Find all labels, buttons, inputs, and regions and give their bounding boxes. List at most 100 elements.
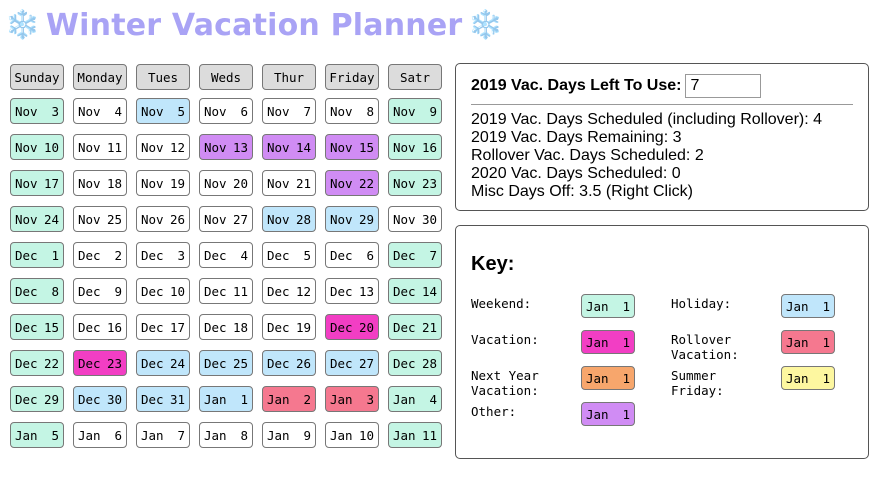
day-cell-nov-15[interactable]: Nov 15	[325, 134, 379, 160]
day-cell-dec-17[interactable]: Dec 17	[136, 314, 190, 340]
day-month: Jan	[141, 427, 164, 443]
day-cell-nov-22[interactable]: Nov 22	[325, 170, 379, 196]
day-cell-dec-16[interactable]: Dec 16	[73, 314, 127, 340]
day-cell-nov-6[interactable]: Nov 6	[199, 98, 253, 124]
day-number: 13	[358, 283, 374, 299]
day-cell-jan-11[interactable]: Jan 11	[388, 422, 442, 448]
day-cell-dec-9[interactable]: Dec 9	[73, 278, 127, 304]
day-cell-nov-28[interactable]: Nov 28	[262, 206, 316, 232]
day-cell-dec-22[interactable]: Dec 22	[10, 350, 64, 376]
day-cell-jan-2[interactable]: Jan 2	[262, 386, 316, 412]
day-cell-nov-13[interactable]: Nov 13	[199, 134, 253, 160]
day-cell-nov-4[interactable]: Nov 4	[73, 98, 127, 124]
day-cell-nov-21[interactable]: Nov 21	[262, 170, 316, 196]
swatch-month: Jan	[786, 298, 809, 314]
day-cell-dec-31[interactable]: Dec 31	[136, 386, 190, 412]
day-cell-nov-29[interactable]: Nov 29	[325, 206, 379, 232]
day-cell-nov-23[interactable]: Nov 23	[388, 170, 442, 196]
day-cell-nov-30[interactable]: Nov 30	[388, 206, 442, 232]
day-cell-dec-12[interactable]: Dec 12	[262, 278, 316, 304]
day-cell-nov-9[interactable]: Nov 9	[388, 98, 442, 124]
day-cell-dec-20[interactable]: Dec 20	[325, 314, 379, 340]
day-cell-dec-8[interactable]: Dec 8	[10, 278, 64, 304]
key-label-summer-friday: Summer Friday:	[671, 368, 724, 398]
weekday-header-row: Sunday Monday Tues Weds Thur Friday Satr	[10, 64, 451, 90]
day-cell-dec-25[interactable]: Dec 25	[199, 350, 253, 376]
day-cell-dec-15[interactable]: Dec 15	[10, 314, 64, 340]
weekday-header-friday: Friday	[325, 64, 379, 90]
day-cell-jan-8[interactable]: Jan 8	[199, 422, 253, 448]
day-cell-nov-16[interactable]: Nov 16	[388, 134, 442, 160]
day-month: Nov	[393, 103, 416, 119]
day-cell-dec-23[interactable]: Dec 23	[73, 350, 127, 376]
day-cell-dec-28[interactable]: Dec 28	[388, 350, 442, 376]
day-cell-nov-8[interactable]: Nov 8	[325, 98, 379, 124]
day-number: 8	[240, 427, 248, 443]
day-cell-nov-24[interactable]: Nov 24	[10, 206, 64, 232]
day-cell-dec-18[interactable]: Dec 18	[199, 314, 253, 340]
day-cell-dec-3[interactable]: Dec 3	[136, 242, 190, 268]
day-number: 25	[106, 211, 122, 227]
day-cell-dec-14[interactable]: Dec 14	[388, 278, 442, 304]
day-month: Dec	[393, 283, 416, 299]
day-cell-jan-7[interactable]: Jan 7	[136, 422, 190, 448]
day-month: Nov	[330, 103, 353, 119]
day-cell-nov-12[interactable]: Nov 12	[136, 134, 190, 160]
day-number: 9	[429, 103, 437, 119]
day-cell-nov-27[interactable]: Nov 27	[199, 206, 253, 232]
day-cell-nov-3[interactable]: Nov 3	[10, 98, 64, 124]
day-cell-nov-19[interactable]: Nov 19	[136, 170, 190, 196]
snowflake-icon: ❄️	[468, 9, 504, 40]
day-cell-jan-9[interactable]: Jan 9	[262, 422, 316, 448]
day-cell-dec-2[interactable]: Dec 2	[73, 242, 127, 268]
day-cell-dec-5[interactable]: Dec 5	[262, 242, 316, 268]
day-cell-nov-10[interactable]: Nov 10	[10, 134, 64, 160]
day-cell-dec-7[interactable]: Dec 7	[388, 242, 442, 268]
day-cell-dec-26[interactable]: Dec 26	[262, 350, 316, 376]
day-cell-dec-6[interactable]: Dec 6	[325, 242, 379, 268]
day-cell-dec-11[interactable]: Dec 11	[199, 278, 253, 304]
day-month: Dec	[330, 247, 353, 263]
day-cell-dec-10[interactable]: Dec 10	[136, 278, 190, 304]
day-cell-jan-1[interactable]: Jan 1	[199, 386, 253, 412]
day-month: Dec	[204, 319, 227, 335]
days-left-input[interactable]	[685, 74, 762, 98]
day-cell-nov-25[interactable]: Nov 25	[73, 206, 127, 232]
day-month: Jan	[78, 427, 101, 443]
day-cell-dec-19[interactable]: Dec 19	[262, 314, 316, 340]
day-cell-dec-27[interactable]: Dec 27	[325, 350, 379, 376]
day-cell-dec-21[interactable]: Dec 21	[388, 314, 442, 340]
day-cell-nov-11[interactable]: Nov 11	[73, 134, 127, 160]
swatch-day: 1	[822, 298, 830, 314]
day-cell-dec-29[interactable]: Dec 29	[10, 386, 64, 412]
day-number: 29	[43, 391, 59, 407]
key-swatch-rollover: Jan 1	[781, 330, 835, 354]
day-cell-nov-5[interactable]: Nov 5	[136, 98, 190, 124]
key-label-holiday: Holiday:	[671, 296, 732, 311]
weekday-header-weds: Weds	[199, 64, 253, 90]
day-number: 28	[295, 211, 311, 227]
day-cell-nov-7[interactable]: Nov 7	[262, 98, 316, 124]
day-cell-jan-10[interactable]: Jan 10	[325, 422, 379, 448]
snowflake-icon: ❄️	[5, 9, 40, 40]
day-cell-nov-17[interactable]: Nov 17	[10, 170, 64, 196]
day-cell-nov-14[interactable]: Nov 14	[262, 134, 316, 160]
day-cell-nov-26[interactable]: Nov 26	[136, 206, 190, 232]
week-row: Nov 24 Nov 25 Nov 26 Nov 27 Nov 28 Nov 29 Nov 30	[10, 206, 451, 232]
day-number: 14	[421, 283, 437, 299]
day-cell-jan-4[interactable]: Jan 4	[388, 386, 442, 412]
day-month: Nov	[330, 211, 353, 227]
day-cell-jan-5[interactable]: Jan 5	[10, 422, 64, 448]
day-cell-jan-3[interactable]: Jan 3	[325, 386, 379, 412]
key-label-weekend: Weekend:	[471, 296, 532, 311]
day-cell-nov-20[interactable]: Nov 20	[199, 170, 253, 196]
day-number: 24	[43, 211, 59, 227]
day-cell-jan-6[interactable]: Jan 6	[73, 422, 127, 448]
day-cell-nov-18[interactable]: Nov 18	[73, 170, 127, 196]
day-cell-dec-24[interactable]: Dec 24	[136, 350, 190, 376]
day-cell-dec-4[interactable]: Dec 4	[199, 242, 253, 268]
day-cell-dec-30[interactable]: Dec 30	[73, 386, 127, 412]
day-cell-dec-13[interactable]: Dec 13	[325, 278, 379, 304]
day-cell-dec-1[interactable]: Dec 1	[10, 242, 64, 268]
day-number: 12	[295, 283, 311, 299]
